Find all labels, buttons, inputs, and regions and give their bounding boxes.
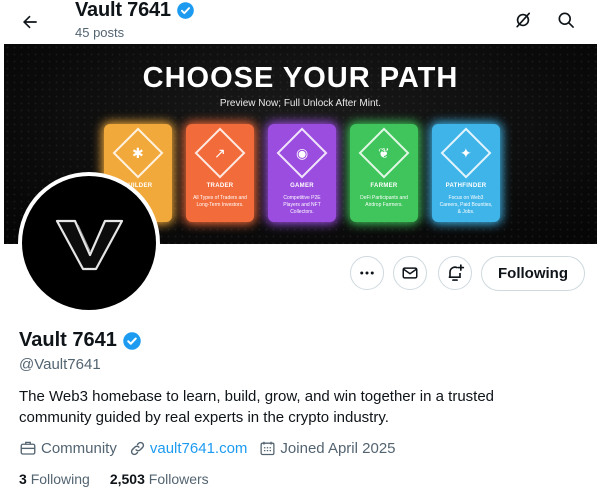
top-bar: Vault 7641 45 posts	[0, 0, 597, 44]
bell-plus-icon	[448, 264, 465, 281]
more-dots-icon	[360, 271, 374, 275]
category-label: Community	[41, 439, 117, 457]
vault-logo-icon	[55, 219, 124, 271]
verified-badge-icon	[177, 2, 194, 19]
profile-meta: Community vault7641.com Joined April 202…	[19, 439, 396, 457]
search-icon	[558, 12, 574, 28]
more-button[interactable]	[350, 256, 384, 290]
back-arrow-icon	[23, 15, 37, 29]
followers-stat-label: Followers	[148, 471, 209, 487]
profile-category: Community	[19, 439, 117, 457]
following-stat[interactable]: 3 Following	[19, 471, 90, 487]
following-count: 3	[19, 471, 27, 487]
banner-card-gamer: ◉ GAMER Competitive P2E Players and NFT …	[268, 124, 336, 222]
header-title-row: Vault 7641	[75, 0, 195, 22]
banner-subheadline: Preview Now; Full Unlock After Mint.	[219, 98, 382, 109]
website-link[interactable]: vault7641.com	[150, 440, 248, 457]
profile-bio: The Web3 homebase to learn, build, grow,…	[19, 388, 495, 426]
grok-icon	[516, 12, 531, 28]
telescope-icon: ✦	[440, 127, 492, 179]
following-stat-label: Following	[30, 471, 90, 487]
avatar[interactable]	[18, 172, 160, 314]
profile-stats: 3 Following 2,503 Followers	[19, 471, 209, 487]
link-icon	[130, 441, 144, 455]
banner-card-trader: ↗ TRADER All Types of Traders and Long-T…	[186, 124, 254, 222]
back-button[interactable]	[14, 6, 46, 38]
calendar-icon	[260, 441, 275, 455]
profile-joined: Joined April 2025	[259, 439, 396, 457]
banner-headline: CHOOSE YOUR PATH	[142, 62, 459, 94]
banner-card-pathfinder: ✦ PATHFINDER Focus on Web3 Careers, Paid…	[432, 124, 500, 222]
plant-icon: ❦	[358, 127, 410, 179]
mail-icon	[402, 267, 418, 279]
profile-website: vault7641.com	[129, 440, 248, 457]
followers-stat[interactable]: 2,503 Followers	[110, 471, 209, 487]
following-button[interactable]: Following	[481, 256, 585, 291]
joined-date: Joined April 2025	[280, 439, 396, 457]
chart-icon: ↗	[194, 127, 246, 179]
notifications-button[interactable]	[438, 256, 472, 290]
followers-count: 2,503	[109, 471, 145, 487]
briefcase-icon	[20, 441, 36, 455]
avatar-logo	[22, 176, 156, 310]
message-button[interactable]	[393, 256, 427, 290]
grok-button[interactable]	[507, 4, 539, 36]
header-title: Vault 7641	[75, 0, 171, 21]
verified-badge-icon[interactable]	[122, 331, 142, 351]
banner-card-farmer: ❦ FARMER DeFi Participants and Airdrop F…	[350, 124, 418, 222]
gamepad-icon: ◉	[276, 127, 328, 179]
profile-name: Vault 7641	[19, 329, 117, 351]
profile-handle: @Vault7641	[19, 356, 101, 373]
search-button[interactable]	[550, 4, 582, 36]
builder-icon: ✱	[112, 127, 164, 179]
posts-count: 45 posts	[75, 25, 125, 40]
profile-name-row: Vault 7641	[19, 329, 142, 352]
